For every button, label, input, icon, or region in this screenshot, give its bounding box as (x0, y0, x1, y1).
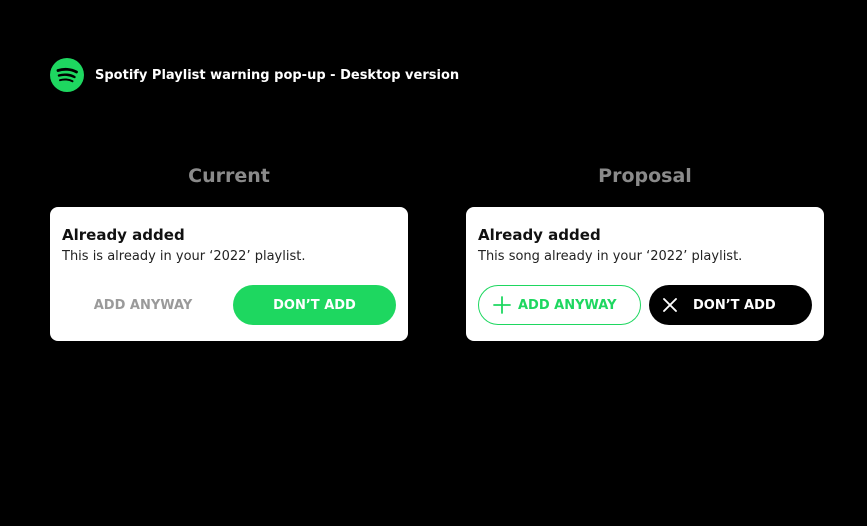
close-icon (663, 298, 677, 312)
page-title: Spotify Playlist warning pop-up - Deskto… (95, 67, 460, 83)
dialog-message: This is already in your ‘2022’ playlist. (62, 249, 306, 264)
page-header: Spotify Playlist warning pop-up - Deskto… (50, 58, 459, 92)
dont-add-button[interactable]: DON’T ADD (233, 285, 396, 325)
proposal-column-title: Proposal (598, 165, 692, 187)
proposal-warning-dialog: Already added This song already in your … (466, 207, 824, 341)
dialog-heading: Already added (62, 226, 185, 244)
add-anyway-button[interactable]: ADD ANYWAY (478, 285, 641, 325)
spotify-logo-icon (50, 58, 84, 92)
dont-add-label: DON’T ADD (693, 297, 776, 313)
dialog-message: This song already in your ‘2022’ playlis… (478, 249, 743, 264)
dont-add-button[interactable]: DON’T ADD (649, 285, 812, 325)
current-column-title: Current (188, 165, 270, 187)
add-anyway-button[interactable]: ADD ANYWAY (62, 285, 224, 325)
dialog-heading: Already added (478, 226, 601, 244)
add-anyway-label: ADD ANYWAY (518, 297, 617, 313)
plus-icon (493, 296, 511, 314)
current-warning-dialog: Already added This is already in your ‘2… (50, 207, 408, 341)
